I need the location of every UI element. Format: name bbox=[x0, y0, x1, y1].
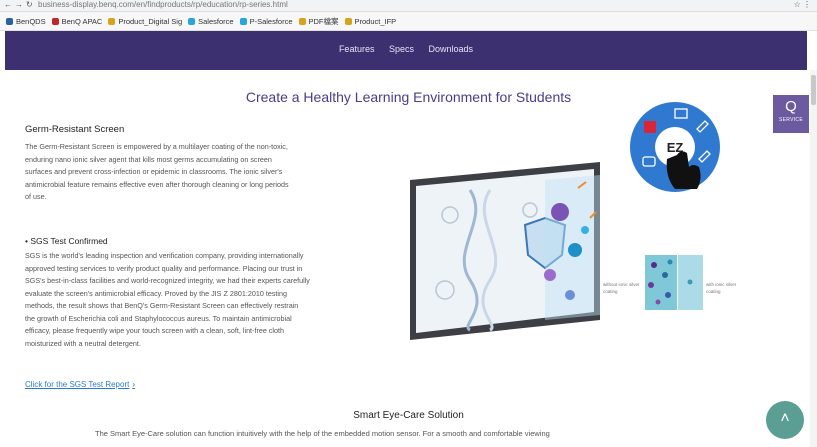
browser-toolbar: ←→↻ business-display.benq.com/en/findpro… bbox=[0, 0, 817, 12]
service-q-icon: Q bbox=[785, 98, 797, 115]
service-button[interactable]: Q SERVICE bbox=[773, 95, 809, 133]
ez-write-menu-image: EZ bbox=[627, 97, 724, 197]
paragraph-line: the growth of Escherichia coli and Staph… bbox=[25, 313, 292, 323]
sgs-title: • SGS Test Confirmed bbox=[25, 236, 108, 246]
paragraph-line: surfaces and prevent cross-infection or … bbox=[25, 167, 283, 176]
germ-icon bbox=[551, 203, 569, 221]
paragraph-line: antimicrobial feature remains effective … bbox=[25, 179, 289, 189]
germ-resistant-text: The Germ-Resistant Screen is empowered b… bbox=[25, 141, 289, 204]
bookmark-icon bbox=[108, 17, 116, 25]
bookmark-label: BenQ APAC bbox=[61, 16, 103, 26]
sample-before-label: without ionic silver coating bbox=[603, 282, 640, 294]
sgs-report-link[interactable]: Click for the SGS Test Report › bbox=[25, 380, 135, 389]
red-square-icon bbox=[644, 121, 656, 133]
address-bar[interactable]: business-display.benq.com/en/findproduct… bbox=[38, 0, 288, 9]
chevron-right-icon: › bbox=[132, 380, 136, 389]
bookmark-item[interactable]: PDF檔案 bbox=[298, 12, 339, 30]
eye-care-title: Smart Eye-Care Solution bbox=[353, 410, 464, 421]
bookmark-icon bbox=[344, 17, 352, 25]
bookmarks-bar: BenQDS BenQ APAC Product_Digital Sig Salesf… bbox=[0, 12, 817, 31]
bookmark-label: Salesforce bbox=[198, 16, 234, 26]
eye-care-text: The Smart Eye-Care solution can function… bbox=[95, 429, 550, 438]
bookmark-label: Product_IFP bbox=[354, 16, 397, 26]
bookmark-icon bbox=[298, 17, 306, 25]
paragraph-line: SGS's best-in-class facilities and world… bbox=[25, 276, 310, 285]
bookmark-label: Product_Digital Sig bbox=[118, 16, 183, 26]
bookmark-item[interactable]: BenQ APAC bbox=[51, 12, 103, 30]
paragraph-line: efficacy, please frequently wipe your to… bbox=[25, 326, 285, 335]
back-to-top-button[interactable]: ˄ bbox=[766, 401, 804, 439]
bookmark-item[interactable]: Product_IFP bbox=[344, 12, 397, 30]
germ-icon bbox=[568, 243, 582, 257]
nav-link-specs[interactable]: Specs bbox=[389, 44, 414, 54]
paragraph-line: methods, the result shows that BenQ's Ge… bbox=[25, 301, 299, 310]
germ-icon bbox=[544, 269, 556, 281]
paragraph-line: SGS is the world's leading inspection an… bbox=[25, 251, 304, 260]
sample-after-label: with ionic silver coating bbox=[706, 282, 737, 294]
bookmark-label: P-Salesforce bbox=[249, 16, 293, 26]
bookmark-icon bbox=[51, 17, 59, 25]
paragraph-line: approved testing services to verify prod… bbox=[25, 263, 303, 273]
paragraph-line: enduring nano ionic silver agent that ki… bbox=[25, 154, 272, 164]
chevron-up-icon: ˄ bbox=[780, 410, 790, 427]
bookmark-label: BenQDS bbox=[16, 16, 46, 26]
nav-link-downloads[interactable]: Downloads bbox=[429, 44, 474, 54]
bookmark-icon bbox=[239, 17, 247, 25]
paragraph-line: evaluate the screen's antimicrobial effi… bbox=[25, 288, 287, 298]
bookmark-label: PDF檔案 bbox=[308, 16, 339, 26]
scrollbar-track[interactable] bbox=[810, 70, 817, 447]
paragraph-line: moisturized with a neutral detergent. bbox=[25, 338, 141, 348]
bookmark-item[interactable]: Salesforce bbox=[188, 12, 234, 30]
paragraph-line: of use. bbox=[25, 192, 47, 201]
bookmark-icon bbox=[6, 17, 13, 25]
bookmark-item[interactable]: P-Salesforce bbox=[239, 12, 293, 30]
sgs-report-link-label[interactable]: Click for the SGS Test Report bbox=[25, 380, 129, 389]
paragraph-line: The Germ-Resistant Screen is empowered b… bbox=[25, 142, 288, 151]
germ-resistant-title: Germ-Resistant Screen bbox=[25, 124, 125, 135]
product-nav-bar: Features Specs Downloads bbox=[5, 31, 807, 70]
browser-nav-icons[interactable]: ←→↻ bbox=[4, 0, 36, 9]
nav-link-features[interactable]: Features bbox=[339, 44, 375, 54]
browser-menu-icon[interactable]: ☆ ⋮ bbox=[794, 0, 811, 9]
bookmark-item[interactable]: Product_Digital Sig bbox=[108, 12, 182, 30]
bookmark-icon bbox=[188, 17, 196, 25]
sgs-text: SGS is the world's leading inspection an… bbox=[25, 250, 310, 350]
bookmark-item[interactable]: BenQDS bbox=[6, 12, 46, 30]
service-label: SERVICE bbox=[779, 117, 803, 123]
